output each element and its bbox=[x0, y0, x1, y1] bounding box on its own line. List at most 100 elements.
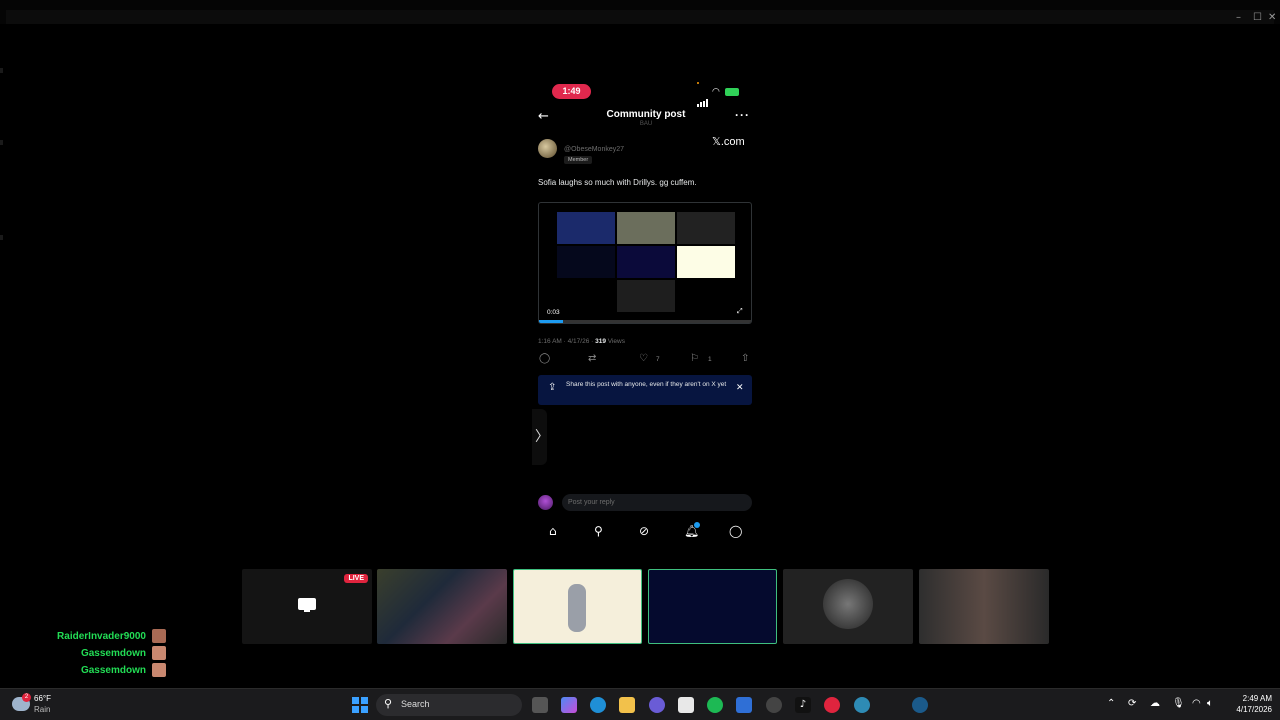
discord-icon[interactable] bbox=[649, 697, 665, 713]
messages-icon[interactable]: ◯ bbox=[729, 524, 742, 538]
upload-icon: ⇪ bbox=[548, 382, 557, 393]
tiktok-icon[interactable]: ♪ bbox=[795, 697, 811, 713]
x-watermark: 𝕏.com bbox=[712, 136, 745, 148]
video-cell bbox=[677, 212, 735, 244]
dark-blue-cam-tile[interactable] bbox=[648, 569, 777, 644]
status-time: 1:49 bbox=[552, 84, 591, 99]
share-icon[interactable]: ⇧ bbox=[741, 353, 749, 364]
minimize-button[interactable]: – bbox=[1236, 12, 1241, 23]
signal-icon bbox=[697, 89, 709, 107]
home-icon[interactable]: ⌂ bbox=[549, 524, 557, 538]
wifi-icon[interactable]: ◠ bbox=[1192, 698, 1201, 709]
window-strip bbox=[6, 10, 1274, 24]
reply-icon[interactable]: ◯ bbox=[539, 353, 550, 364]
close-icon[interactable]: ✕ bbox=[736, 383, 744, 393]
globe-app-icon[interactable] bbox=[854, 697, 870, 713]
search-icon: ⚲ bbox=[384, 697, 393, 710]
onedrive-icon[interactable]: ☁ bbox=[1150, 698, 1160, 709]
video-progress-track[interactable] bbox=[539, 320, 751, 323]
search-icon[interactable]: ⚲ bbox=[594, 524, 603, 538]
steam-icon[interactable] bbox=[912, 697, 928, 713]
share-banner-text: Share this post with anyone, even if the… bbox=[566, 381, 727, 388]
video-cell bbox=[677, 246, 735, 278]
maximize-button[interactable]: ☐ bbox=[1253, 12, 1262, 23]
webcam-streamer-tile[interactable] bbox=[377, 569, 507, 644]
post-username[interactable]: @ObeseMonkey27 bbox=[564, 146, 624, 153]
more-options-icon[interactable]: ··· bbox=[735, 108, 750, 122]
edge-marker bbox=[0, 235, 3, 240]
chat-username: RaiderInvader9000 bbox=[57, 631, 146, 642]
chat-message: Gassemdown bbox=[40, 645, 170, 662]
webcam-woman-tile[interactable] bbox=[919, 569, 1049, 644]
chat-overlay: RaiderInvader9000 Gassemdown Gassemdown bbox=[40, 628, 170, 679]
status-icons: ◠ bbox=[697, 86, 747, 107]
start-button[interactable] bbox=[352, 697, 368, 713]
figure-skater-tile[interactable] bbox=[513, 569, 642, 644]
phone-screen: 1:49 ◠ ← Community post BAU ··· @ObeseMo… bbox=[532, 78, 760, 550]
share-banner[interactable]: ⇪ Share this post with anyone, even if t… bbox=[538, 375, 752, 405]
taskbar: 2 66°F Rain ⚲ Search ♪ ⌃ ⟳ ☁ 🎙︎ ◠ 🔈︎ 2:4… bbox=[0, 688, 1280, 720]
bottom-nav: ⌂ ⚲ ⊘ 🔔︎ ◯ bbox=[532, 522, 760, 540]
search-label: Search bbox=[401, 699, 430, 709]
reply-input[interactable]: Post your reply bbox=[562, 494, 752, 511]
edge-marker bbox=[0, 68, 3, 73]
mail-icon[interactable] bbox=[736, 697, 752, 713]
clock-time[interactable]: 2:49 AM bbox=[1226, 694, 1272, 703]
chevron-up-icon[interactable]: ⌃ bbox=[1107, 698, 1115, 709]
back-arrow-icon[interactable]: ← bbox=[538, 109, 549, 124]
bookmark-icon[interactable]: ⚐ bbox=[690, 353, 699, 364]
copilot-icon[interactable] bbox=[561, 697, 577, 713]
edge-icon[interactable] bbox=[590, 697, 606, 713]
video-progress-fill bbox=[539, 320, 563, 323]
store-icon[interactable] bbox=[678, 697, 694, 713]
community-name[interactable]: BAU bbox=[572, 121, 720, 127]
obs-icon[interactable] bbox=[766, 697, 782, 713]
edge-marker bbox=[0, 140, 3, 145]
weather-condition[interactable]: Rain bbox=[34, 705, 50, 714]
figure-silhouette bbox=[568, 584, 586, 632]
repost-icon[interactable]: ⇄ bbox=[588, 353, 596, 364]
close-window-button[interactable]: ✕ bbox=[1268, 12, 1276, 23]
video-cell bbox=[617, 212, 675, 244]
taskbar-search[interactable]: ⚲ Search bbox=[376, 694, 522, 716]
file-explorer-icon[interactable] bbox=[619, 697, 635, 713]
scientology-logo bbox=[823, 579, 873, 629]
monitor-stand bbox=[304, 610, 310, 612]
opera-icon[interactable] bbox=[824, 697, 840, 713]
chat-message: Gassemdown bbox=[40, 662, 170, 679]
reply-avatar bbox=[538, 495, 553, 510]
notification-badge bbox=[694, 522, 700, 528]
expand-icon[interactable]: ⤢ bbox=[737, 308, 743, 316]
emote-icon bbox=[152, 646, 166, 660]
member-badge: Member bbox=[564, 156, 593, 164]
like-icon[interactable]: ♡ bbox=[639, 353, 648, 364]
video-player[interactable]: 0:03 ⤢ bbox=[538, 202, 752, 324]
emote-icon bbox=[152, 663, 166, 677]
scientology-cam-tile[interactable] bbox=[783, 569, 913, 644]
grok-icon[interactable]: ⊘ bbox=[639, 524, 649, 538]
view-count: 319 bbox=[595, 338, 606, 345]
page-title: Community post bbox=[606, 109, 686, 120]
post-timestamp: 1:16 AM · 4/17/26 · bbox=[538, 338, 596, 345]
video-cell bbox=[557, 212, 615, 244]
video-time: 0:03 bbox=[547, 309, 560, 316]
post-meta: 1:16 AM · 4/17/26 · 319 Views bbox=[538, 338, 625, 345]
wifi-icon: ◠ bbox=[712, 86, 720, 96]
task-view-icon[interactable] bbox=[532, 697, 548, 713]
clock-date[interactable]: 4/17/2026 bbox=[1226, 705, 1272, 714]
avatar[interactable] bbox=[538, 139, 557, 158]
video-cell bbox=[617, 246, 675, 278]
microphone-icon[interactable]: 🎙︎ bbox=[1172, 698, 1185, 709]
post-actions: ◯ ⇄ ♡ 7 ⚐ 1 ⇧ bbox=[538, 353, 754, 367]
screen-share-tile[interactable]: LIVE bbox=[242, 569, 372, 644]
emote-icon bbox=[152, 629, 166, 643]
side-panel-handle[interactable]: 〉 bbox=[532, 409, 549, 465]
sync-icon[interactable]: ⟳ bbox=[1128, 698, 1136, 709]
temperature[interactable]: 66°F bbox=[34, 694, 51, 703]
weather-badge: 2 bbox=[22, 693, 31, 702]
post-text: Sofia laughs so much with Drillys. gg cu… bbox=[538, 178, 697, 187]
live-badge: LIVE bbox=[344, 574, 368, 583]
spotify-icon[interactable] bbox=[707, 697, 723, 713]
chat-username: Gassemdown bbox=[80, 648, 146, 659]
volume-icon[interactable]: 🔈︎ bbox=[1207, 698, 1213, 709]
